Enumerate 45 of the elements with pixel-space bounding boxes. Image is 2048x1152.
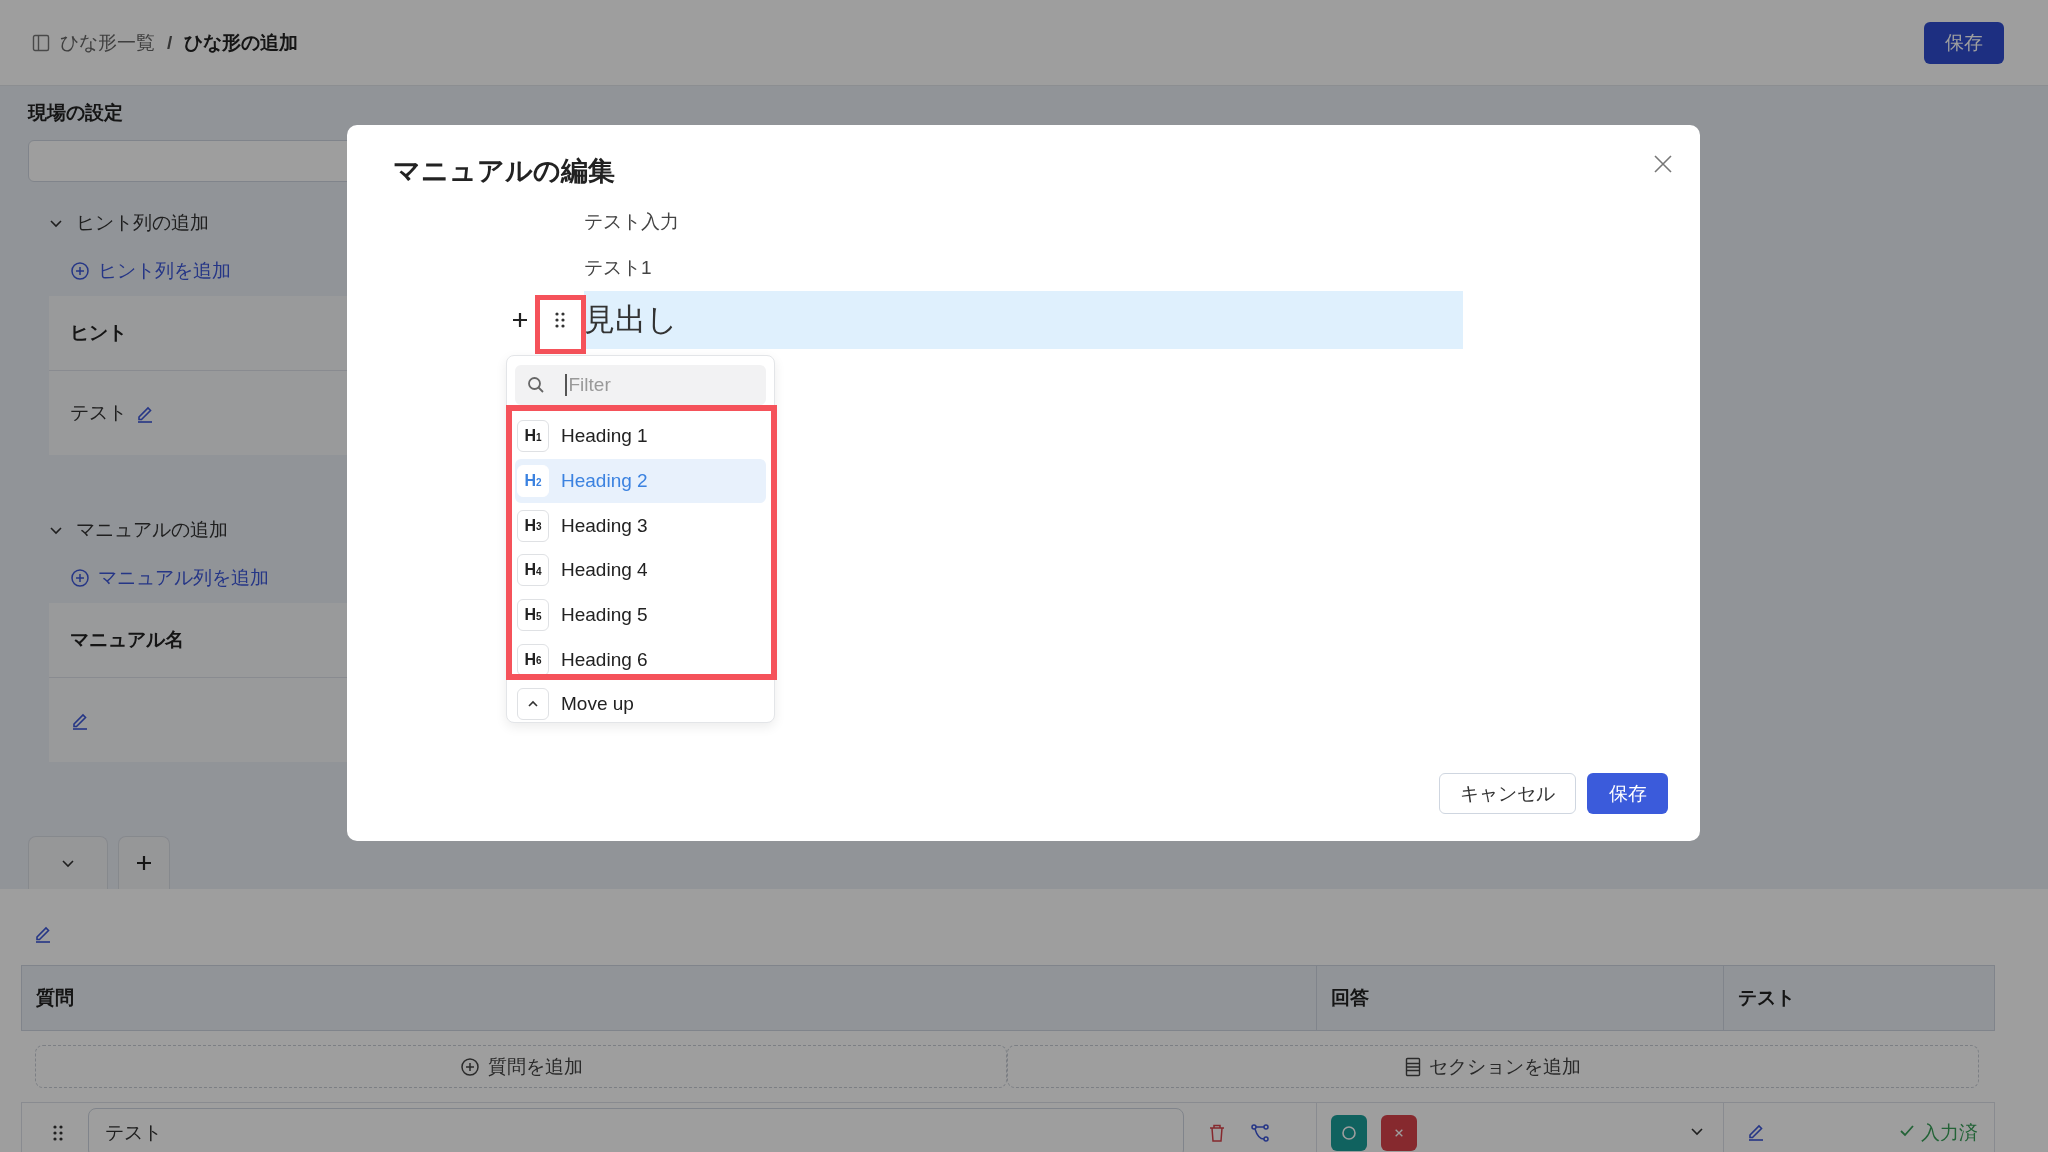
close-icon: [1394, 1128, 1404, 1138]
cross-answer-button[interactable]: [1381, 1115, 1417, 1151]
column-header: 質問: [36, 986, 74, 1010]
drag-handle-icon[interactable]: [554, 311, 566, 329]
column-header: 回答: [1331, 986, 1369, 1010]
circle-answer-button[interactable]: [1331, 1115, 1367, 1151]
check-icon: [1899, 1123, 1915, 1139]
table-cell-text: テスト: [70, 401, 127, 425]
breadcrumb-link[interactable]: ひな形一覧: [60, 29, 155, 56]
paragraph-block[interactable]: テスト入力: [584, 199, 1463, 245]
breadcrumb-current: ひな形の追加: [184, 30, 299, 55]
save-button[interactable]: 保存: [1587, 773, 1668, 814]
branch-icon[interactable]: [1250, 1123, 1270, 1143]
add-section-button[interactable]: セクションを追加: [1007, 1045, 1979, 1088]
add-column-link[interactable]: ヒント列を追加: [98, 258, 231, 284]
circle-icon: [1341, 1125, 1357, 1141]
drag-handle-icon[interactable]: [52, 1124, 64, 1142]
add-block-icon[interactable]: [510, 310, 530, 330]
menu-item[interactable]: Move up: [515, 682, 766, 727]
trash-icon[interactable]: [1208, 1123, 1226, 1143]
status-label: 入力済: [1899, 1120, 1978, 1146]
save-button[interactable]: 保存: [1924, 21, 2004, 64]
plus-circle-icon: [70, 568, 90, 588]
add-column-link[interactable]: マニュアル列を追加: [98, 565, 269, 591]
plus-icon[interactable]: [134, 853, 154, 873]
search-icon: [527, 376, 545, 394]
highlight-frame: [535, 295, 586, 354]
list-icon: [1405, 1056, 1421, 1077]
plus-circle-icon: [70, 261, 90, 281]
section-header[interactable]: ヒント列の追加: [76, 210, 209, 236]
heading-block[interactable]: 見出し: [584, 291, 1463, 349]
plus-circle-icon: [459, 1056, 480, 1077]
column-header: ヒント: [70, 321, 127, 345]
breadcrumb-separator: /: [167, 31, 173, 54]
paragraph-block[interactable]: テスト1: [584, 245, 1463, 291]
question-input[interactable]: テスト: [88, 1108, 1184, 1152]
dialog-title: マニュアルの編集: [393, 155, 615, 188]
close-icon[interactable]: [1653, 154, 1673, 174]
section-header[interactable]: マニュアルの追加: [76, 517, 228, 543]
cancel-button[interactable]: キャンセル: [1439, 773, 1576, 814]
column-header: マニュアル名: [70, 628, 184, 652]
section-title: 現場の設定: [28, 101, 124, 125]
column-header: テスト: [1738, 986, 1795, 1010]
add-question-button[interactable]: 質問を追加: [35, 1045, 1007, 1088]
sidebar-icon: [32, 33, 50, 52]
